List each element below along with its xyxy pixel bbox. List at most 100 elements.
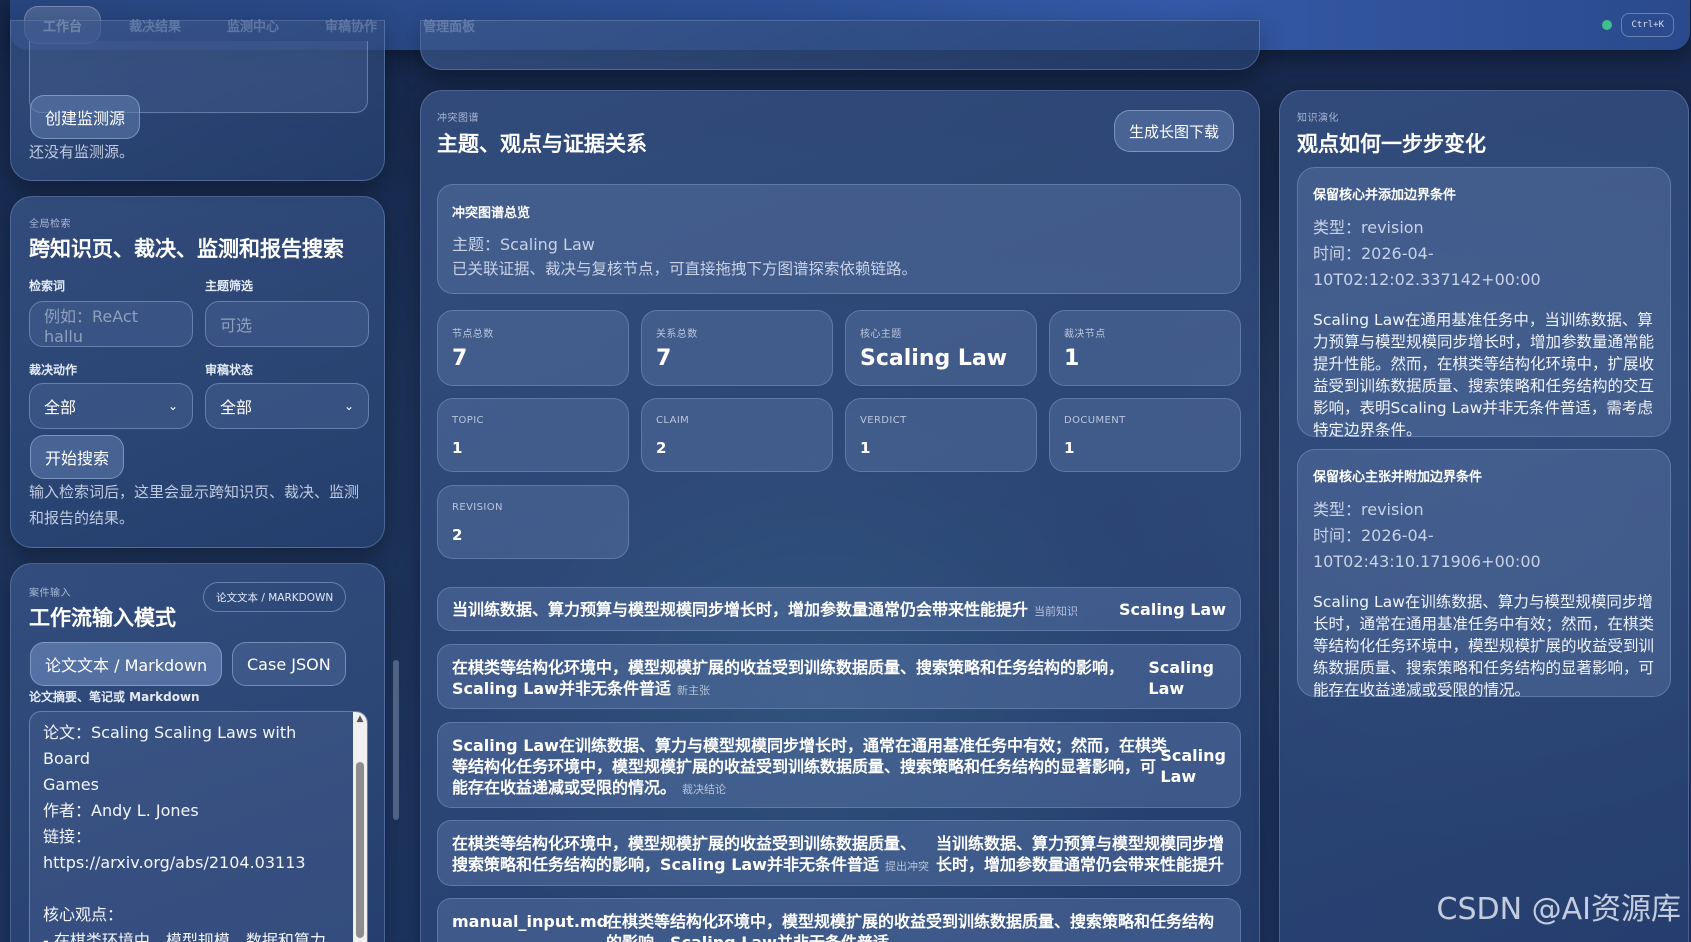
page-scrollbar[interactable]: [393, 660, 399, 820]
start-search-button[interactable]: 开始搜索: [30, 435, 125, 479]
row-topic: Scaling Law: [1119, 599, 1226, 620]
evolution-item-body: Scaling Law在训练数据、算力与模型规模同步增长时，通常在通用基准任务中…: [1313, 593, 1655, 699]
type-value: 2: [452, 526, 463, 544]
row-tag: 提出冲突: [884, 860, 929, 873]
row-tag: 当前知识: [1034, 605, 1079, 618]
paper-textarea[interactable]: 论文：Scaling Scaling Laws with Board Games…: [29, 711, 368, 942]
topic-line: 当训练数据、算力预算与模型规模同步增: [936, 834, 1225, 853]
evolution-eyebrow: 知识演化: [1297, 113, 1339, 124]
paper-text-label: 论文摘要、笔记或 Markdown: [29, 690, 200, 704]
keyword-label: 检索词: [29, 279, 66, 293]
topic-line: Scaling: [1148, 658, 1214, 677]
chevron-down-icon: ⌄: [167, 399, 178, 413]
graph-edge-row[interactable]: manual_input.md 在棋类等结构化环境中，模型规模扩展的收益受到训练…: [437, 898, 1241, 942]
row-text: 能存在收益递减或受限的情况。: [452, 778, 677, 797]
row-tag: 新主张: [676, 684, 710, 697]
overview-description: 已关联证据、裁决与复核节点，可直接拖拽下方图谱探索依赖链路。: [452, 260, 918, 278]
shortcut-hint[interactable]: Ctrl+K: [1621, 13, 1674, 37]
stat-label: 节点总数: [452, 329, 494, 340]
text-line: https://arxiv.org/abs/2104.03113: [43, 853, 306, 872]
download-longimage-button[interactable]: 生成长图下载: [1114, 110, 1235, 152]
search-eyebrow: 全局检索: [29, 219, 71, 230]
mode-tab-markdown[interactable]: 论文文本 / Markdown: [30, 642, 223, 686]
action-select[interactable]: 全部 ⌄: [29, 383, 193, 429]
search-title: 跨知识页、裁决、监测和报告搜索: [29, 237, 344, 261]
type-revision: REVISION 2: [437, 485, 629, 559]
graph-node-row[interactable]: 当训练数据、算力预算与模型规模同步增长时，增加参数量通常仍会带来性能提升 当前知识…: [437, 587, 1241, 631]
type-label: CLAIM: [656, 415, 690, 426]
topic-filter-label: 主题筛选: [205, 279, 254, 293]
graph-node-row[interactable]: Scaling Law在训练数据、算力与模型规模同步增长时，通常在通用基准任务中…: [437, 722, 1241, 808]
middle-top-panel: [420, 20, 1260, 70]
text-line: 论文：Scaling Scaling Laws with Board: [43, 723, 297, 768]
row-topic: 当训练数据、算力预算与模型规模同步增 长时，增加参数量通常仍会带来性能提升: [936, 833, 1226, 875]
stat-node-count: 节点总数 7: [437, 310, 629, 386]
stat-core-topic: 核心主题 Scaling Law: [845, 310, 1037, 386]
row-topic: Scaling Law: [1160, 745, 1226, 787]
graph-node-row[interactable]: 在棋类等结构化环境中，模型规模扩展的收益受到训练数据质量、搜索策略和任务结构的影…: [437, 644, 1241, 709]
monitor-empty-text: 还没有监测源。: [29, 143, 135, 161]
type-topic: TOPIC 1: [437, 398, 629, 472]
type-label: TOPIC: [452, 415, 484, 426]
search-hint: 输入检索词后，这里会显示跨知识页、裁决、监测和报告的结果。: [29, 483, 360, 527]
row-text: 当训练数据、算力预算与模型规模同步增长时，增加参数量通常仍会带来性能提升: [452, 600, 1029, 619]
evolution-item: 保留核心主张并附加边界条件 类型：revision 时间：2026-04-10T…: [1297, 449, 1671, 699]
row-text: 等结构化任务环境中，模型规模扩展的收益受到训练数据质量、搜索策略和任务结构的显著…: [452, 757, 1157, 776]
text-line: - 在棋类环境中，模型规模、数据和算力: [43, 931, 326, 942]
type-label: DOCUMENT: [1064, 415, 1126, 426]
status-dot-icon: [1602, 20, 1612, 30]
monitor-panel: 创建监测源 还没有监测源。: [10, 20, 385, 181]
graph-overview-card: 冲突图谱总览 主题：Scaling Law 已关联证据、裁决与复核节点，可直接拖…: [437, 184, 1241, 294]
row-text: Scaling Law并非无条件普适: [452, 679, 671, 698]
topic-line: 在棋类等结构化环境中，模型规模扩展的收益受到训练数据质量、搜索策略和任务结构: [606, 912, 1215, 931]
status-label: 审稿状态: [205, 363, 254, 377]
type-label: VERDICT: [860, 415, 907, 426]
evolution-title: 观点如何一步步变化: [1297, 132, 1486, 156]
text-line: 链接：: [43, 827, 92, 846]
overview-title: 冲突图谱总览: [452, 206, 531, 221]
row-text: 搜索策略和任务结构的影响，Scaling Law并非无条件普适: [452, 855, 879, 874]
status-select[interactable]: 全部 ⌄: [205, 383, 369, 429]
topic-line: Law: [1148, 679, 1185, 698]
stat-label: 裁决节点: [1064, 329, 1106, 340]
overview-topic: 主题：Scaling Law: [452, 235, 595, 254]
evolution-item-type: 类型：revision: [1313, 500, 1424, 519]
textarea-scrollbar[interactable]: ▲: [353, 712, 367, 942]
evolution-item-time: 时间：2026-04-10T02:12:02.337142+00:00: [1313, 244, 1541, 289]
keyword-input[interactable]: 例如：ReAct hallu: [29, 301, 193, 347]
action-select-value: 全部: [44, 398, 77, 417]
type-value: 2: [656, 439, 667, 457]
input-title: 工作流输入模式: [29, 606, 176, 630]
case-input-panel: 案件输入 工作流输入模式 论文文本 / MARKDOWN 论文文本 / Mark…: [10, 563, 385, 942]
type-verdict: VERDICT 1: [845, 398, 1037, 472]
graph-edge-row[interactable]: 在棋类等结构化环境中，模型规模扩展的收益受到训练数据质量、 搜索策略和任务结构的…: [437, 820, 1241, 886]
graph-eyebrow: 冲突图谱: [437, 113, 479, 124]
watermark: CSDN @AI资源库: [1436, 892, 1681, 927]
text-line: Games: [43, 775, 99, 794]
type-value: 1: [860, 439, 871, 457]
chevron-down-icon: ⌄: [343, 399, 354, 413]
status-select-value: 全部: [220, 398, 253, 417]
row-topic: Scaling Law: [1148, 657, 1214, 699]
stat-value: Scaling Law: [860, 346, 1008, 371]
scroll-up-arrow-icon[interactable]: ▲: [353, 712, 367, 726]
global-search-panel: 全局检索 跨知识页、裁决、监测和报告搜索 检索词 主题筛选 例如：ReAct h…: [10, 196, 385, 548]
text-line: 核心观点：: [43, 905, 124, 924]
row-topic: 在棋类等结构化环境中，模型规模扩展的收益受到训练数据质量、搜索策略和任务结构的影…: [606, 911, 1226, 942]
scrollbar-thumb[interactable]: [356, 762, 364, 938]
type-value: 1: [452, 439, 463, 457]
topic-line: Law: [1160, 767, 1197, 786]
mode-tab-json[interactable]: Case JSON: [232, 642, 346, 686]
evolution-item: 保留核心并添加边界条件 类型：revision 时间：2026-04-10T02…: [1297, 167, 1671, 439]
topic-line: 的影响，Scaling Law并非无条件普适: [606, 932, 1226, 942]
action-label: 裁决动作: [29, 363, 78, 377]
input-eyebrow: 案件输入: [29, 588, 71, 599]
topic-line: Scaling Law: [1119, 600, 1226, 619]
topic-filter-input[interactable]: 可选: [205, 301, 369, 347]
row-text: 在棋类等结构化环境中，模型规模扩展的收益受到训练数据质量、搜索策略和任务结构的影…: [452, 658, 1125, 677]
stat-edge-count: 关系总数 7: [641, 310, 833, 386]
create-monitor-button[interactable]: 创建监测源: [30, 95, 141, 139]
type-value: 1: [1064, 439, 1075, 457]
text-line: 作者：Andy L. Jones: [43, 801, 199, 820]
type-document: DOCUMENT 1: [1049, 398, 1241, 472]
